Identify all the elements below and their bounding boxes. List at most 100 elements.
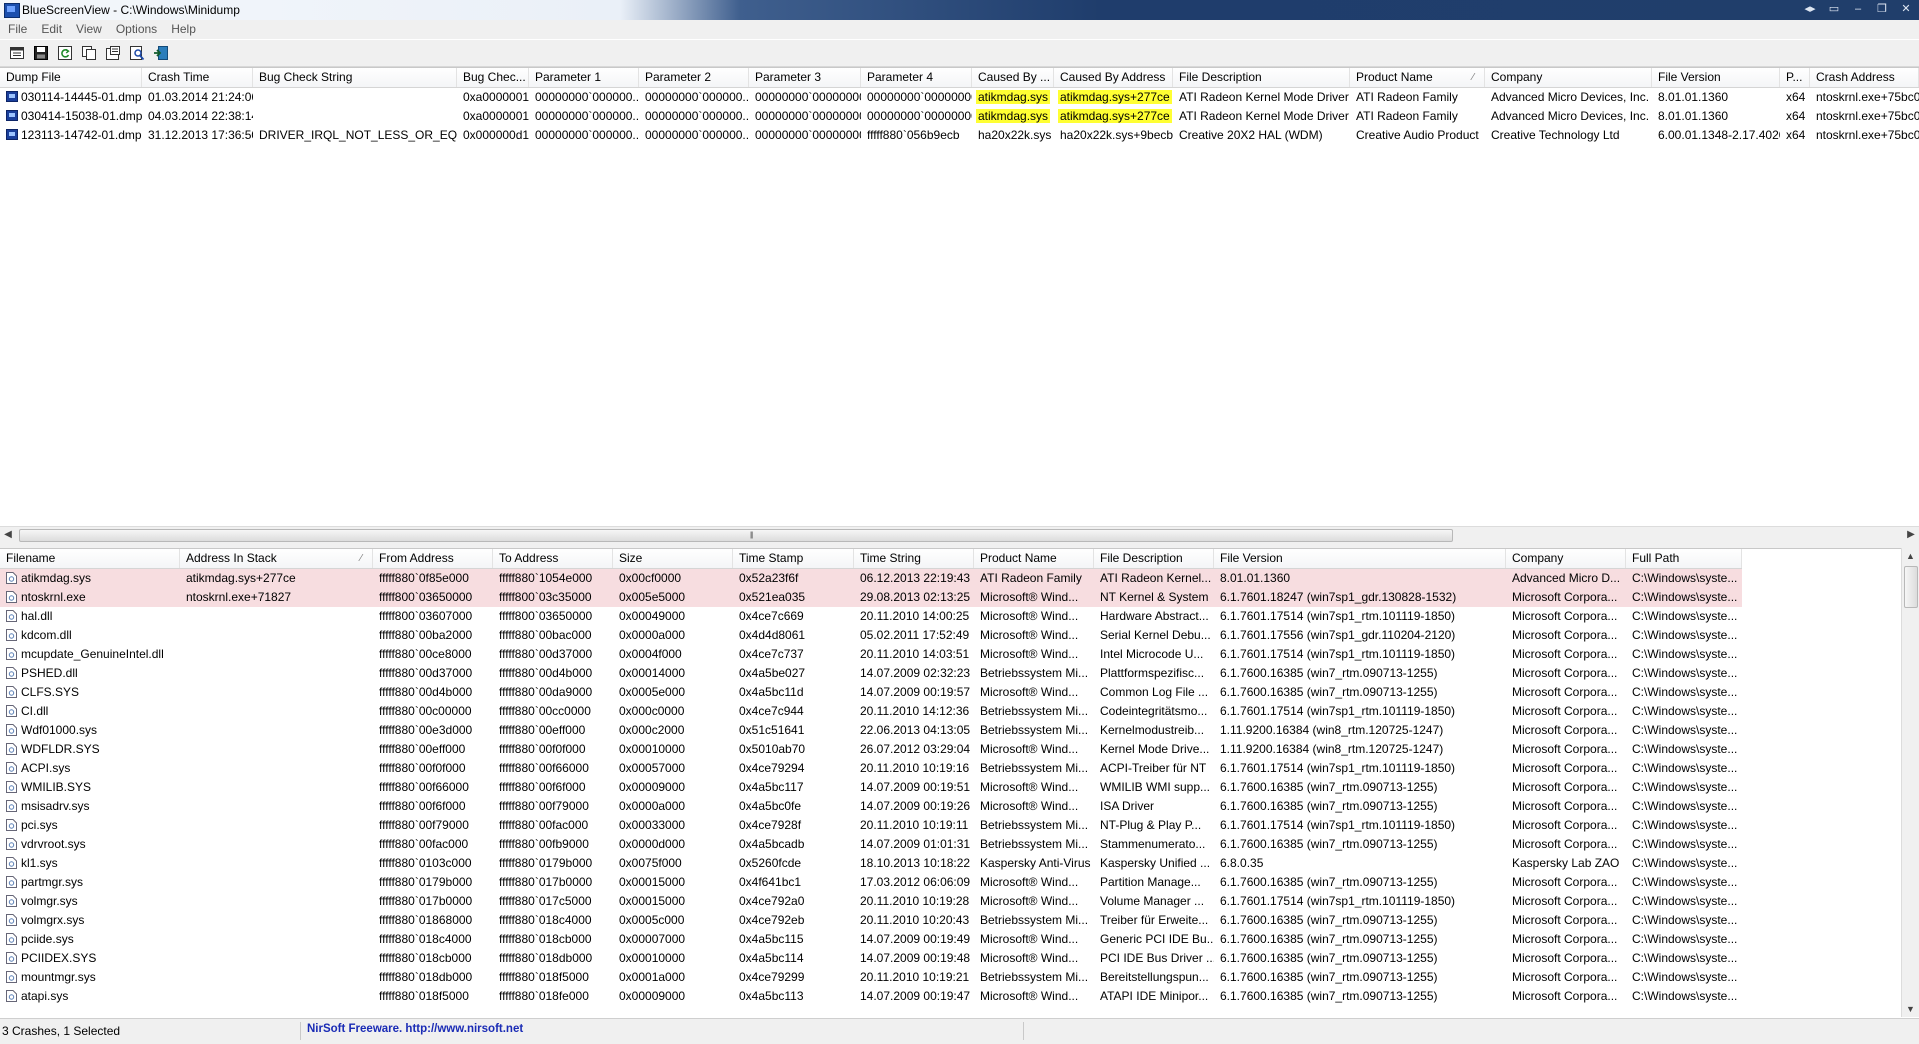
- column-header-parameter-2[interactable]: Parameter 2: [639, 68, 749, 87]
- driver-row[interactable]: hal.dll fffff800`03607000 fffff800`0365000…: [0, 607, 1742, 626]
- crash-row[interactable]: 030114-14445-01.dmp 01.03.2014 21:24:06 0x…: [0, 88, 1919, 107]
- column-header-product-name[interactable]: Product Name: [974, 549, 1094, 568]
- column-header-time-string[interactable]: Time String: [854, 549, 974, 568]
- column-header-filename[interactable]: Filename: [0, 549, 180, 568]
- driver-cell-file-version: 6.1.7601.17514 (win7sp1_rtm.101119-1850): [1214, 607, 1506, 626]
- driver-row[interactable]: atapi.sys fffff880`018f5000 fffff880`018fe…: [0, 987, 1742, 1006]
- driver-cell-text: fffff880`00bac000: [499, 628, 592, 642]
- menu-help[interactable]: Help: [164, 20, 203, 39]
- driver-row[interactable]: pci.sys fffff880`00f79000 fffff880`00fac00…: [0, 816, 1742, 835]
- driver-row[interactable]: volmgrx.sys fffff880`01868000 fffff880`018…: [0, 911, 1742, 930]
- html-report-icon[interactable]: [104, 45, 122, 62]
- scroll-up-arrow-icon[interactable]: ▲: [1902, 548, 1919, 564]
- column-header-time-stamp[interactable]: Time Stamp: [733, 549, 854, 568]
- column-header-bug-check-string[interactable]: Bug Check String: [253, 68, 457, 87]
- restore-window-icon[interactable]: ▭: [1823, 1, 1845, 17]
- driver-row[interactable]: PCIIDEX.SYS fffff880`018cb000 fffff880`018…: [0, 949, 1742, 968]
- find-icon[interactable]: [128, 45, 146, 62]
- driver-row[interactable]: CI.dll fffff880`00c00000 fffff880`00cc0000…: [0, 702, 1742, 721]
- driver-row[interactable]: PSHED.dll fffff880`00d37000 fffff880`00d4b…: [0, 664, 1742, 683]
- driver-list-vertical-scrollbar[interactable]: ▲ ▼: [1901, 548, 1919, 1017]
- driver-row[interactable]: mcupdate_GenuineIntel.dll fffff880`00ce80…: [0, 645, 1742, 664]
- column-header-parameter-1[interactable]: Parameter 1: [529, 68, 639, 87]
- sort-indicator-icon: ⁄: [360, 553, 362, 564]
- driver-row[interactable]: WMILIB.SYS fffff880`00f66000 fffff880`00f6…: [0, 778, 1742, 797]
- column-header-dump-file[interactable]: Dump File: [0, 68, 142, 87]
- driver-cell-filename: CI.dll: [0, 702, 180, 721]
- close-button[interactable]: ✕: [1895, 1, 1917, 17]
- column-header-caused-by[interactable]: Caused By ...: [972, 68, 1054, 87]
- driver-row[interactable]: ntoskrnl.exe ntoskrnl.exe+71827 fffff800`0…: [0, 588, 1742, 607]
- save-icon[interactable]: [32, 45, 50, 62]
- refresh-icon[interactable]: [56, 45, 74, 62]
- crash-list[interactable]: Dump File Crash Time Bug Check String Bug C…: [0, 67, 1919, 526]
- driver-row[interactable]: WDFLDR.SYS fffff880`00eff000 fffff880`00f0…: [0, 740, 1742, 759]
- column-header-p[interactable]: P...: [1780, 68, 1810, 87]
- driver-row[interactable]: vdrvroot.sys fffff880`00fac000 fffff880`00…: [0, 835, 1742, 854]
- driver-list-rows: atikmdag.sys atikmdag.sys+277ce fffff880`0…: [0, 569, 1742, 1006]
- column-header-file-version[interactable]: File Version: [1652, 68, 1780, 87]
- column-header-from-address[interactable]: From Address: [373, 549, 493, 568]
- column-header-product-name[interactable]: Product Name ⁄: [1350, 68, 1485, 87]
- column-header-crash-time[interactable]: Crash Time: [142, 68, 253, 87]
- driver-row[interactable]: CLFS.SYS fffff880`00d4b000 fffff880`00da90…: [0, 683, 1742, 702]
- column-header-company[interactable]: Company: [1485, 68, 1652, 87]
- column-header-company[interactable]: Company: [1506, 549, 1626, 568]
- driver-row[interactable]: Wdf01000.sys fffff880`00e3d000 fffff880`00…: [0, 721, 1742, 740]
- column-header-file-description[interactable]: File Description: [1094, 549, 1214, 568]
- column-header-address-in-stack[interactable]: Address In Stack ⁄: [180, 549, 373, 568]
- minimize-button[interactable]: –: [1847, 1, 1869, 17]
- column-header-caused-by-address[interactable]: Caused By Address: [1054, 68, 1173, 87]
- horizontal-scroll-thumb[interactable]: |||: [19, 529, 1453, 542]
- driver-cell-text: 6.1.7601.17514 (win7sp1_rtm.101119-1850): [1220, 647, 1456, 661]
- crash-cell-parameter-4: 00000000`00000000: [861, 88, 972, 107]
- driver-cell-time-stamp: 0x4a5bc0fe: [733, 797, 854, 816]
- crash-cell-text: 0x000000d1: [463, 128, 529, 142]
- driver-row[interactable]: pciide.sys fffff880`018c4000 fffff880`018c…: [0, 930, 1742, 949]
- crash-list-horizontal-scrollbar[interactable]: ◀ ||| ▶: [0, 526, 1919, 543]
- menu-options[interactable]: Options: [109, 20, 164, 39]
- column-header-file-description[interactable]: File Description: [1173, 68, 1350, 87]
- column-header-crash-address[interactable]: Crash Address: [1810, 68, 1919, 87]
- copy-icon[interactable]: [80, 45, 98, 62]
- crash-row[interactable]: 123113-14742-01.dmp 31.12.2013 17:36:50 DR…: [0, 126, 1919, 145]
- column-header-file-version[interactable]: File Version: [1214, 549, 1506, 568]
- driver-row[interactable]: kdcom.dll fffff880`00ba2000 fffff880`00bac…: [0, 626, 1742, 645]
- column-header-size[interactable]: Size: [613, 549, 733, 568]
- driver-cell-product-name: Microsoft® Wind...: [974, 626, 1094, 645]
- switch-window-icon[interactable]: ◂▸: [1799, 1, 1821, 17]
- driver-cell-text: Hardware Abstract...: [1100, 609, 1209, 623]
- column-header-label: Filename: [6, 551, 56, 565]
- driver-cell-to-address: fffff880`0179b000: [493, 854, 613, 873]
- column-header-parameter-4[interactable]: Parameter 4: [861, 68, 972, 87]
- driver-row[interactable]: atikmdag.sys atikmdag.sys+277ce fffff880`0…: [0, 569, 1742, 588]
- scroll-left-arrow-icon[interactable]: ◀: [0, 527, 16, 543]
- crash-row[interactable]: 030414-15038-01.dmp 04.03.2014 22:38:14 0x…: [0, 107, 1919, 126]
- nirsoft-link[interactable]: NirSoft Freeware. http://www.nirsoft.net: [307, 1023, 523, 1035]
- menu-edit[interactable]: Edit: [34, 20, 69, 39]
- driver-list[interactable]: Filename Address In Stack ⁄ From Address To …: [0, 548, 1919, 1018]
- menu-file[interactable]: File: [0, 20, 34, 39]
- driver-row[interactable]: volmgr.sys fffff880`017b0000 fffff880`017c…: [0, 892, 1742, 911]
- driver-cell-time-string: 14.07.2009 01:01:31: [854, 835, 974, 854]
- driver-row[interactable]: ACPI.sys fffff880`00f0f000 fffff880`00f660…: [0, 759, 1742, 778]
- column-header-full-path[interactable]: Full Path: [1626, 549, 1742, 568]
- driver-cell-text: NT Kernel & System: [1100, 590, 1209, 604]
- driver-row[interactable]: kl1.sys fffff880`0103c000 fffff880`0179b00…: [0, 854, 1742, 873]
- driver-row[interactable]: partmgr.sys fffff880`0179b000 fffff880`017…: [0, 873, 1742, 892]
- vertical-scroll-thumb[interactable]: [1904, 566, 1918, 608]
- driver-cell-text: 0x4a5bc114: [739, 951, 804, 965]
- driver-cell-text: WDFLDR.SYS: [21, 742, 100, 756]
- scroll-down-arrow-icon[interactable]: ▼: [1902, 1001, 1919, 1017]
- maximize-button[interactable]: ❐: [1871, 1, 1893, 17]
- menu-view[interactable]: View: [69, 20, 109, 39]
- column-header-parameter-3[interactable]: Parameter 3: [749, 68, 861, 87]
- exit-icon[interactable]: [152, 45, 170, 62]
- column-header-bug-chec[interactable]: Bug Chec...: [457, 68, 529, 87]
- driver-row[interactable]: msisadrv.sys fffff880`00f6f000 fffff880`00…: [0, 797, 1742, 816]
- driver-file-icon: [6, 895, 17, 907]
- properties-icon[interactable]: [8, 45, 26, 62]
- driver-row[interactable]: mountmgr.sys fffff880`018db000 fffff880`01…: [0, 968, 1742, 987]
- scroll-right-arrow-icon[interactable]: ▶: [1903, 527, 1919, 543]
- column-header-to-address[interactable]: To Address: [493, 549, 613, 568]
